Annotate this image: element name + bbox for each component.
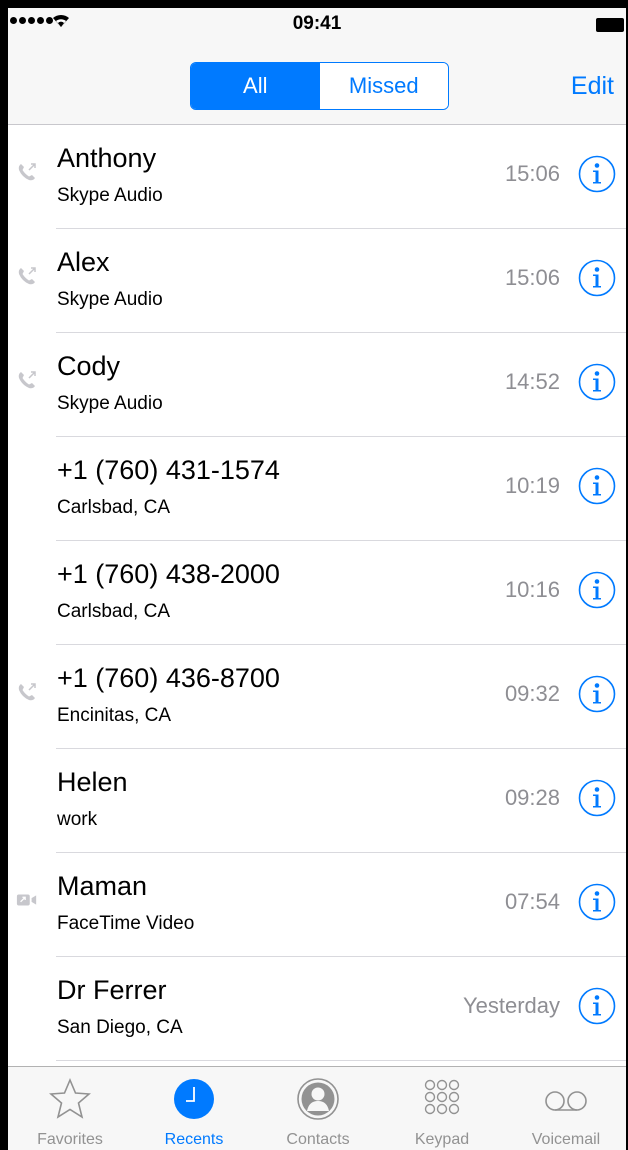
phone-outgoing-icon xyxy=(18,163,36,181)
call-subtitle: Carlsbad, CA xyxy=(57,497,170,518)
call-filter-segmented-control: All Missed xyxy=(190,62,449,110)
call-row[interactable]: +1 (760) 436-8700 Encinitas, CA 09:32 xyxy=(8,645,626,749)
info-icon[interactable] xyxy=(578,987,616,1025)
segment-missed[interactable]: Missed xyxy=(319,63,448,109)
call-time: 15:06 xyxy=(504,161,560,186)
info-icon[interactable] xyxy=(578,675,616,713)
tab-label: Keypad xyxy=(414,1131,470,1148)
call-name: Cody xyxy=(57,351,121,381)
voicemail-icon xyxy=(545,1091,587,1111)
star-icon xyxy=(49,1077,91,1119)
tab-contacts[interactable]: Contacts xyxy=(256,1067,380,1150)
call-subtitle: Carlsbad, CA xyxy=(57,601,170,622)
phone-outgoing-icon xyxy=(18,683,36,701)
call-name: +1 (760) 438-2000 xyxy=(57,559,280,589)
call-subtitle: Skype Audio xyxy=(57,185,163,206)
tab-label: Contacts xyxy=(286,1131,350,1148)
call-name: Dr Ferrer xyxy=(57,975,167,1005)
call-time: Yesterday xyxy=(462,993,560,1018)
call-row[interactable]: +1 (760) 438-2000 Carlsbad, CA 10:16 xyxy=(8,541,626,645)
call-subtitle: FaceTime Video xyxy=(57,913,195,934)
call-time: 15:06 xyxy=(504,265,560,290)
call-row[interactable]: +1 (760) 431-1574 Carlsbad, CA 10:19 xyxy=(8,437,626,541)
person-icon xyxy=(297,1078,339,1120)
keypad-icon xyxy=(424,1079,460,1115)
call-time: 10:19 xyxy=(504,473,560,498)
tab-label: Favorites xyxy=(37,1131,103,1148)
call-name: +1 (760) 436-8700 xyxy=(57,663,280,693)
status-bar: 09:41 xyxy=(8,8,626,38)
call-row[interactable]: Dr Ferrer San Diego, CA Yesterday xyxy=(8,957,626,1061)
tab-label: Recents xyxy=(164,1131,224,1148)
tab-keypad[interactable]: Keypad xyxy=(380,1067,504,1150)
call-row[interactable]: Maman FaceTime Video 07:54 xyxy=(8,853,626,957)
call-row[interactable]: Anthony Skype Audio 15:06 xyxy=(8,125,626,229)
call-subtitle: Encinitas, CA xyxy=(57,705,172,726)
call-subtitle: work xyxy=(57,809,98,830)
info-icon[interactable] xyxy=(578,883,616,921)
call-time: 07:54 xyxy=(504,889,560,914)
clock-icon xyxy=(174,1079,214,1119)
call-name: Helen xyxy=(57,767,128,797)
segment-all[interactable]: All xyxy=(191,63,320,109)
info-icon[interactable] xyxy=(578,779,616,817)
navigation-bar: All Missed Edit xyxy=(8,38,626,125)
tab-bar: Favorites Recents Contacts Keypad Voicem… xyxy=(8,1066,626,1150)
phone-outgoing-icon xyxy=(18,267,36,285)
tab-recents[interactable]: Recents xyxy=(132,1067,256,1150)
phone-outgoing-icon xyxy=(18,371,36,389)
battery-icon xyxy=(596,18,624,32)
call-row[interactable]: Alex Skype Audio 15:06 xyxy=(8,229,626,333)
info-icon[interactable] xyxy=(578,571,616,609)
tab-label: Voicemail xyxy=(531,1131,601,1148)
call-subtitle: Skype Audio xyxy=(57,393,163,414)
call-row[interactable]: Cody Skype Audio 14:52 xyxy=(8,333,626,437)
info-icon[interactable] xyxy=(578,259,616,297)
call-time: 14:52 xyxy=(504,369,560,394)
call-row[interactable]: Helen work 09:28 xyxy=(8,749,626,853)
tab-favorites[interactable]: Favorites xyxy=(8,1067,132,1150)
call-name: Anthony xyxy=(57,143,157,173)
info-icon[interactable] xyxy=(578,467,616,505)
call-subtitle: San Diego, CA xyxy=(57,1017,183,1038)
call-time: 10:16 xyxy=(504,577,560,602)
edit-button[interactable]: Edit xyxy=(571,72,614,101)
phone-screen: 09:41 All Missed Edit Anthony Skype Audio… xyxy=(8,8,626,1150)
recents-list: Anthony Skype Audio 15:06 Alex Skype Audio 15… xyxy=(8,125,626,1061)
call-name: +1 (760) 431-1574 xyxy=(57,455,280,485)
call-name: Alex xyxy=(57,247,110,277)
video-outgoing-icon xyxy=(16,894,37,906)
tab-voicemail[interactable]: Voicemail xyxy=(504,1067,626,1150)
info-icon[interactable] xyxy=(578,155,616,193)
status-time: 09:41 xyxy=(292,13,342,34)
call-name: Maman xyxy=(57,871,148,901)
call-time: 09:28 xyxy=(504,785,560,810)
call-subtitle: Skype Audio xyxy=(57,289,163,310)
info-icon[interactable] xyxy=(578,363,616,401)
call-time: 09:32 xyxy=(504,681,560,706)
